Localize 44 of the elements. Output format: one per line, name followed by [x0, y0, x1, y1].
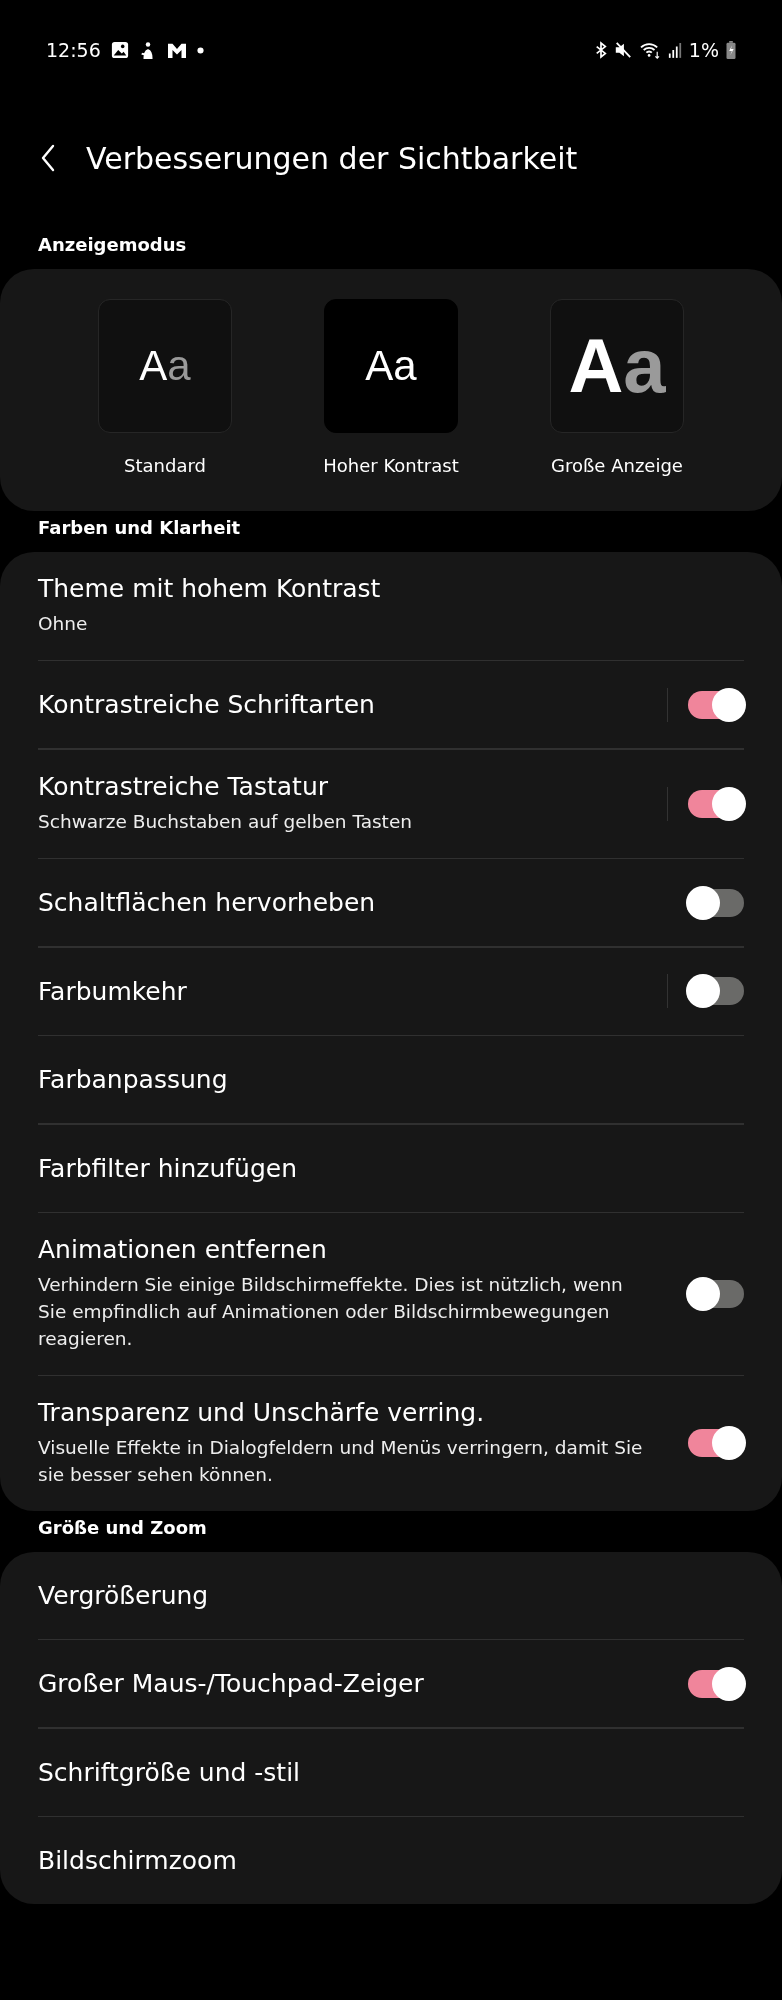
- section-header: Größe und Zoom: [37, 1515, 208, 1540]
- battery-level: 1%: [688, 39, 719, 61]
- setting-description: Ohne: [38, 612, 89, 636]
- setting-description: Verhindern Sie einige Bildschirmeffekte. Dies ist nützlich, wenn Sie empfindlich auf Animationen oder Bildschirmbewegungen reagieren.: [38, 1273, 624, 1351]
- setting-title[interactable]: Transparenz und Unschärfe verring.: [38, 1398, 648, 1428]
- setting-title[interactable]: Großer Maus-/Touchpad-Zeiger: [38, 1669, 648, 1699]
- image-icon: [110, 41, 129, 59]
- mode-label: Große Anzeige: [551, 455, 683, 476]
- signal-icon: [667, 41, 682, 59]
- wifi-icon: [638, 41, 661, 59]
- setting-title[interactable]: Bildschirmzoom: [38, 1846, 704, 1876]
- setting-title[interactable]: Vergrößerung: [38, 1580, 704, 1610]
- page-title: Verbesserungen der Sichtbarkeit: [86, 140, 578, 176]
- setting-description: Visuelle Effekte in Dialogfeldern und Menüs verringern, damit Sie sie besser sehen können.: [38, 1436, 644, 1487]
- setting-title[interactable]: Kontrastreiche Tastatur: [38, 771, 627, 801]
- status-time: 12:56: [46, 39, 101, 61]
- toggle-switch[interactable]: [688, 789, 744, 818]
- toggle-switch[interactable]: [688, 1279, 744, 1308]
- mode-label: Hoher Kontrast: [323, 455, 459, 476]
- dot-icon: [196, 46, 204, 54]
- setting-title[interactable]: Theme mit hohem Kontrast: [38, 574, 704, 603]
- section-header: Anzeigemodus: [37, 233, 188, 257]
- section-header: Farben und Klarheit: [37, 516, 242, 540]
- mail-icon: [166, 41, 187, 59]
- toggle-switch[interactable]: [688, 1429, 744, 1458]
- setting-title[interactable]: Farbfilter hinzufügen: [38, 1153, 704, 1183]
- mute-icon: [613, 41, 632, 59]
- setting-title[interactable]: Animationen entfernen: [38, 1235, 648, 1265]
- bluetooth-icon: [594, 41, 607, 59]
- toggle-switch[interactable]: [688, 690, 744, 719]
- toggle-switch[interactable]: [688, 977, 744, 1006]
- toggle-switch[interactable]: [688, 888, 744, 917]
- display-mode-option[interactable]: Aa: [550, 299, 684, 433]
- setting-title[interactable]: Kontrastreiche Schriftarten: [38, 690, 627, 720]
- battery-icon: [726, 41, 736, 59]
- mode-label: Standard: [124, 455, 206, 476]
- setting-description: Schwarze Buchstaben auf gelben Tasten: [38, 809, 413, 834]
- setting-title[interactable]: Farbanpassung: [38, 1065, 704, 1095]
- setting-title[interactable]: Schriftgröße und -stil: [38, 1757, 704, 1787]
- setting-title[interactable]: Schaltflächen hervorheben: [38, 888, 648, 918]
- setting-title[interactable]: Farbumkehr: [38, 976, 627, 1006]
- back-icon[interactable]: [40, 144, 56, 172]
- display-mode-option[interactable]: Aa: [98, 299, 232, 433]
- toggle-switch[interactable]: [688, 1669, 744, 1698]
